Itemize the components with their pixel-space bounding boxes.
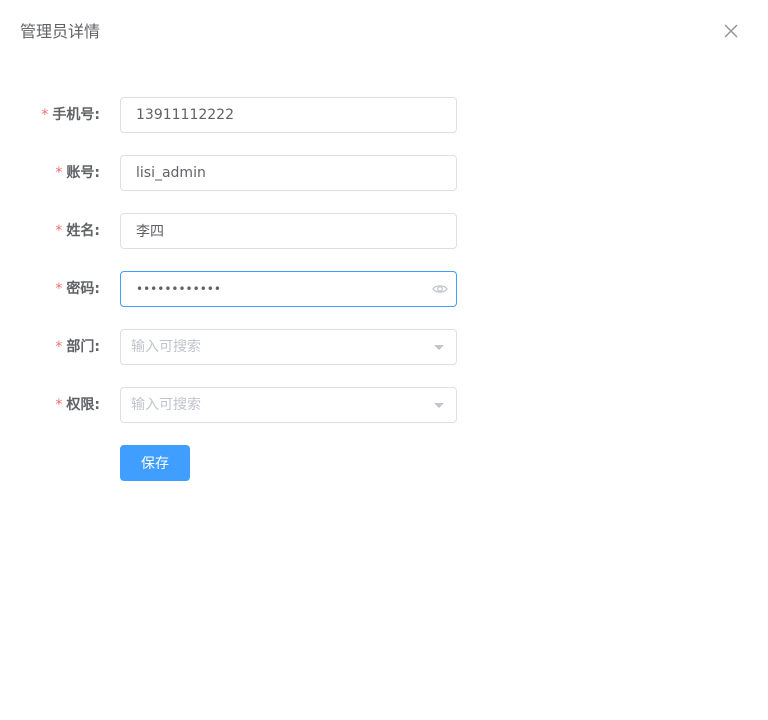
name-label-text: 姓名: [66, 223, 100, 239]
required-mark: * [41, 107, 49, 123]
dialog-title: 管理员详情 [20, 22, 101, 41]
required-mark: * [55, 397, 63, 413]
permission-label-text: 权限: [66, 397, 100, 413]
name-field[interactable] [120, 213, 457, 249]
phone-field[interactable] [120, 97, 457, 133]
form-row-name: * 姓名: [0, 213, 768, 249]
required-mark: * [55, 339, 63, 355]
close-icon [724, 24, 738, 38]
department-label: * 部门: [55, 329, 100, 365]
account-field[interactable] [120, 155, 457, 191]
admin-detail-dialog: 管理员详情 *手机号: *账号: *姓名: *密码: [0, 0, 768, 720]
department-label-text: 部门: [66, 339, 100, 355]
form-row-permission: * 权限: [0, 387, 768, 423]
permission-label: * 权限: [55, 387, 100, 423]
account-input[interactable] [136, 156, 416, 190]
form-row-phone: * 手机号: [0, 97, 768, 133]
department-search-input[interactable] [131, 330, 411, 364]
password-field[interactable] [120, 271, 457, 307]
phone-label: * 手机号: [41, 97, 100, 133]
save-button[interactable]: 保存 [120, 445, 190, 481]
permission-search-input[interactable] [131, 388, 411, 422]
permission-select[interactable] [120, 387, 457, 423]
password-label-text: 密码: [66, 281, 100, 297]
name-input[interactable] [136, 214, 416, 248]
password-label: * 密码: [55, 271, 100, 307]
department-select[interactable] [120, 329, 457, 365]
form-row-department: * 部门: [0, 329, 768, 365]
required-mark: * [55, 223, 63, 239]
eye-icon[interactable] [432, 281, 448, 297]
password-input[interactable] [136, 272, 416, 306]
phone-input[interactable] [136, 98, 416, 132]
close-button[interactable] [720, 20, 742, 42]
phone-label-text: 手机号: [52, 107, 100, 123]
required-mark: * [55, 165, 63, 181]
chevron-down-icon[interactable] [434, 345, 444, 350]
chevron-down-icon[interactable] [434, 403, 444, 408]
required-mark: * [55, 281, 63, 297]
form-row-account: * 账号: [0, 155, 768, 191]
account-label: * 账号: [55, 155, 100, 191]
account-label-text: 账号: [66, 165, 100, 181]
name-label: * 姓名: [55, 213, 100, 249]
form-row-password: * 密码: [0, 271, 768, 307]
